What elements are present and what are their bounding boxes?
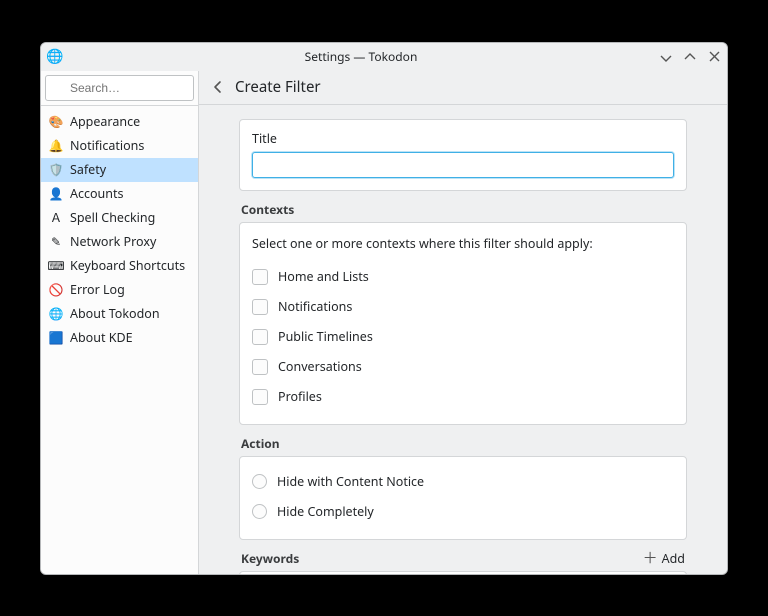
checkbox[interactable] <box>252 389 268 405</box>
sidebar-item-error-log[interactable]: 🚫 Error Log <box>41 278 198 302</box>
radio[interactable] <box>252 474 267 489</box>
contexts-card: Select one or more contexts where this f… <box>239 222 687 425</box>
sidebar-item-appearance[interactable]: 🎨 Appearance <box>41 110 198 134</box>
checkbox[interactable] <box>252 269 268 285</box>
sidebar-item-label: Appearance <box>70 113 140 130</box>
title-card: Title <box>239 119 687 191</box>
maximize-button[interactable] <box>683 50 697 64</box>
safety-icon: 🛡️ <box>49 163 63 177</box>
sidebar-item-network-proxy[interactable]: ✎ Network Proxy <box>41 230 198 254</box>
no-keywords-text: No keywords <box>240 572 686 574</box>
page-title: Create Filter <box>235 77 321 97</box>
context-option[interactable]: Public Timelines <box>252 322 674 352</box>
checkbox[interactable] <box>252 329 268 345</box>
window-body: 🎨 Appearance 🔔 Notifications 🛡️ Safety 👤 Accoun… <box>41 71 727 574</box>
filter-title-input[interactable] <box>252 152 674 178</box>
action-label: Hide with Content Notice <box>277 473 424 490</box>
window-controls <box>659 50 721 64</box>
context-label: Home and Lists <box>278 268 369 285</box>
sidebar-item-about-kde[interactable]: 🟦 About KDE <box>41 326 198 350</box>
notifications-icon: 🔔 <box>49 139 63 153</box>
add-label: Add <box>662 550 685 567</box>
page-scroll[interactable]: Title Contexts Select one or more contex… <box>199 105 727 574</box>
keywords-header: Keywords ＋ Add <box>241 550 685 567</box>
keywords-section-label: Keywords <box>241 550 299 567</box>
title-label: Title <box>252 130 674 147</box>
action-label: Hide Completely <box>277 503 374 520</box>
action-card: Hide with Content Notice Hide Completely <box>239 456 687 540</box>
action-option[interactable]: Hide with Content Notice <box>252 467 674 497</box>
titlebar: 🌐 Settings — Tokodon <box>41 43 727 71</box>
sidebar-item-label: Notifications <box>70 137 144 154</box>
sidebar-item-spell-checking[interactable]: Ａ Spell Checking <box>41 206 198 230</box>
sidebar-item-label: Safety <box>70 161 106 178</box>
action-option[interactable]: Hide Completely <box>252 497 674 527</box>
plus-icon: ＋ <box>643 551 658 566</box>
network-proxy-icon: ✎ <box>49 235 63 249</box>
keywords-card: No keywords <box>239 571 687 574</box>
back-button[interactable] <box>205 74 231 100</box>
accounts-icon: 👤 <box>49 187 63 201</box>
search-wrap <box>41 71 198 106</box>
sidebar-item-label: About Tokodon <box>70 305 160 322</box>
contexts-hint: Select one or more contexts where this f… <box>252 235 674 252</box>
sidebar-item-notifications[interactable]: 🔔 Notifications <box>41 134 198 158</box>
sidebar-item-label: Accounts <box>70 185 124 202</box>
window: 🌐 Settings — Tokodon 🎨 Appearance 🔔 Notific… <box>40 42 728 575</box>
about-tokodon-icon: 🌐 <box>49 307 63 321</box>
sidebar-item-label: Keyboard Shortcuts <box>70 257 185 274</box>
nav-list: 🎨 Appearance 🔔 Notifications 🛡️ Safety 👤 Accoun… <box>41 106 198 354</box>
sidebar: 🎨 Appearance 🔔 Notifications 🛡️ Safety 👤 Accoun… <box>41 71 199 574</box>
add-keyword-button[interactable]: ＋ Add <box>643 550 685 567</box>
sidebar-item-label: Error Log <box>70 281 125 298</box>
content-pane: Create Filter Title Contexts Select one … <box>199 71 727 574</box>
context-label: Conversations <box>278 358 362 375</box>
sidebar-item-label: Network Proxy <box>70 233 156 250</box>
radio[interactable] <box>252 504 267 519</box>
context-option[interactable]: Notifications <box>252 292 674 322</box>
context-option[interactable]: Home and Lists <box>252 262 674 292</box>
context-option[interactable]: Profiles <box>252 382 674 412</box>
sidebar-item-about-tokodon[interactable]: 🌐 About Tokodon <box>41 302 198 326</box>
contexts-section-label: Contexts <box>241 201 687 218</box>
window-title: Settings — Tokodon <box>63 48 659 65</box>
context-label: Profiles <box>278 388 322 405</box>
close-button[interactable] <box>707 50 721 64</box>
error-log-icon: 🚫 <box>49 283 63 297</box>
search-input[interactable] <box>45 75 194 101</box>
appearance-icon: 🎨 <box>49 115 63 129</box>
checkbox[interactable] <box>252 359 268 375</box>
context-label: Public Timelines <box>278 328 373 345</box>
minimize-button[interactable] <box>659 50 673 64</box>
sidebar-item-label: About KDE <box>70 329 133 346</box>
context-label: Notifications <box>278 298 352 315</box>
about-kde-icon: 🟦 <box>49 331 63 345</box>
sidebar-item-keyboard-shortcuts[interactable]: ⌨ Keyboard Shortcuts <box>41 254 198 278</box>
app-icon: 🌐 <box>47 49 63 65</box>
action-section-label: Action <box>241 435 687 452</box>
spell-checking-icon: Ａ <box>49 211 63 225</box>
sidebar-item-safety[interactable]: 🛡️ Safety <box>41 158 198 182</box>
sidebar-item-label: Spell Checking <box>70 209 155 226</box>
checkbox[interactable] <box>252 299 268 315</box>
keyboard-shortcuts-icon: ⌨ <box>49 259 63 273</box>
context-option[interactable]: Conversations <box>252 352 674 382</box>
sidebar-item-accounts[interactable]: 👤 Accounts <box>41 182 198 206</box>
page-header: Create Filter <box>199 71 727 105</box>
